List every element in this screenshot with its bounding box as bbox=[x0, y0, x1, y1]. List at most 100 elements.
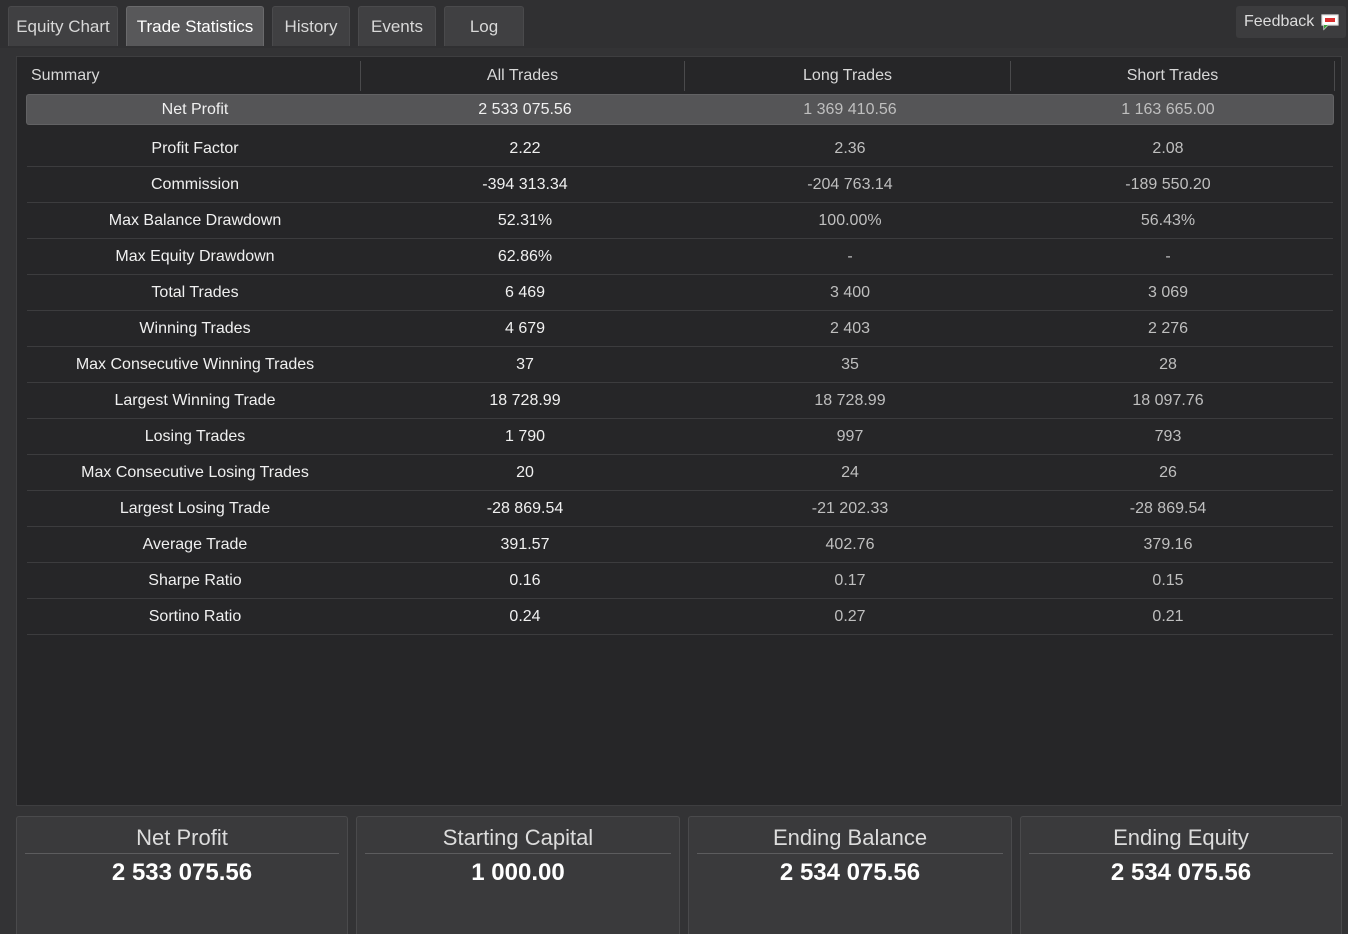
short-trades-cell: - bbox=[1165, 247, 1171, 265]
all-trades-cell: 0.24 bbox=[509, 607, 541, 625]
card-title: Net Profit bbox=[25, 823, 339, 854]
table-row[interactable]: Average Trade 391.57 402.76 379.16 bbox=[27, 527, 1333, 563]
long-trades-cell: 2.36 bbox=[834, 139, 866, 157]
speech-bubble-icon bbox=[1321, 14, 1339, 31]
row-label: Sharpe Ratio bbox=[148, 571, 242, 589]
table-row[interactable]: Largest Losing Trade -28 869.54 -21 202.33… bbox=[27, 491, 1333, 527]
table-row[interactable]: Total Trades 6 469 3 400 3 069 bbox=[27, 275, 1333, 311]
long-trades-cell: 0.27 bbox=[834, 607, 866, 625]
all-trades-cell: 18 728.99 bbox=[489, 391, 561, 409]
table-row[interactable]: Max Consecutive Winning Trades 37 35 28 bbox=[27, 347, 1333, 383]
row-label: Largest Losing Trade bbox=[119, 499, 271, 517]
long-trades-cell: 3 400 bbox=[829, 283, 871, 301]
table-row[interactable]: Losing Trades 1 790 997 793 bbox=[27, 419, 1333, 455]
short-trades-cell: 379.16 bbox=[1143, 535, 1193, 553]
short-trades-cell: -28 869.54 bbox=[1129, 499, 1207, 517]
long-trades-cell: 18 728.99 bbox=[814, 391, 886, 409]
short-trades-cell: 1 163 665.00 bbox=[1121, 100, 1215, 118]
summary-card-net-profit: Net Profit 2 533 075.56 bbox=[16, 816, 348, 934]
all-trades-cell: 2 533 075.56 bbox=[478, 100, 572, 118]
summary-card-ending-equity: Ending Equity 2 534 075.56 bbox=[1020, 816, 1342, 934]
short-trades-cell: 793 bbox=[1154, 427, 1182, 445]
summary-card-ending-balance: Ending Balance 2 534 075.56 bbox=[688, 816, 1012, 934]
long-trades-cell: 1 369 410.56 bbox=[803, 100, 897, 118]
row-label: Winning Trades bbox=[139, 319, 251, 337]
column-header-long-trades[interactable]: Long Trades bbox=[685, 61, 1011, 91]
short-trades-cell: 0.15 bbox=[1152, 571, 1184, 589]
row-label: Max Equity Drawdown bbox=[115, 247, 275, 265]
long-trades-cell: 2 403 bbox=[829, 319, 871, 337]
summary-cards: Net Profit 2 533 075.56 Starting Capital… bbox=[16, 816, 1342, 934]
tab-trade-statistics[interactable]: Trade Statistics bbox=[126, 6, 264, 46]
card-title: Ending Balance bbox=[697, 823, 1003, 854]
all-trades-cell: 6 469 bbox=[504, 283, 546, 301]
card-value: 2 534 075.56 bbox=[779, 859, 921, 886]
row-label: Total Trades bbox=[151, 283, 239, 301]
all-trades-cell: 1 790 bbox=[504, 427, 546, 445]
short-trades-cell: 28 bbox=[1159, 355, 1177, 373]
tab-history[interactable]: History bbox=[272, 6, 350, 46]
all-trades-cell: 20 bbox=[516, 463, 534, 481]
table-row[interactable]: Max Consecutive Losing Trades 20 24 26 bbox=[27, 455, 1333, 491]
short-trades-cell: 26 bbox=[1159, 463, 1177, 481]
column-header-short-trades[interactable]: Short Trades bbox=[1011, 61, 1335, 91]
long-trades-cell: 24 bbox=[841, 463, 859, 481]
tab-log[interactable]: Log bbox=[444, 6, 524, 46]
row-label: Max Consecutive Winning Trades bbox=[75, 355, 315, 373]
row-label: Losing Trades bbox=[144, 427, 246, 445]
short-trades-cell: 2.08 bbox=[1152, 139, 1184, 157]
all-trades-cell: 62.86% bbox=[497, 247, 553, 265]
tab-bar: Equity Chart Trade Statistics History Ev… bbox=[0, 0, 1348, 48]
tab-events[interactable]: Events bbox=[358, 6, 436, 46]
all-trades-cell: -394 313.34 bbox=[482, 175, 568, 193]
long-trades-cell: 100.00% bbox=[818, 211, 882, 229]
long-trades-cell: -204 763.14 bbox=[807, 175, 893, 193]
short-trades-cell: 56.43% bbox=[1140, 211, 1196, 229]
row-label: Profit Factor bbox=[151, 139, 239, 157]
table-row[interactable]: Largest Winning Trade 18 728.99 18 728.99 1… bbox=[27, 383, 1333, 419]
card-title: Ending Equity bbox=[1029, 823, 1333, 854]
table-row[interactable]: Sharpe Ratio 0.16 0.17 0.15 bbox=[27, 563, 1333, 599]
row-label: Sortino Ratio bbox=[148, 607, 242, 625]
table-row[interactable]: Sortino Ratio 0.24 0.27 0.21 bbox=[27, 599, 1333, 635]
row-label: Commission bbox=[150, 175, 239, 193]
row-label: Largest Winning Trade bbox=[114, 391, 276, 409]
row-label: Net Profit bbox=[161, 100, 229, 118]
long-trades-cell: 35 bbox=[841, 355, 859, 373]
long-trades-cell: 0.17 bbox=[834, 571, 866, 589]
column-header-all-trades[interactable]: All Trades bbox=[361, 61, 685, 91]
short-trades-cell: 3 069 bbox=[1147, 283, 1189, 301]
summary-card-starting-capital: Starting Capital 1 000.00 bbox=[356, 816, 680, 934]
table-row[interactable]: Max Balance Drawdown 52.31% 100.00% 56.43% bbox=[27, 203, 1333, 239]
table-row[interactable]: Profit Factor 2.22 2.36 2.08 bbox=[27, 131, 1333, 167]
all-trades-cell: 0.16 bbox=[509, 571, 541, 589]
all-trades-cell: 2.22 bbox=[509, 139, 541, 157]
statistics-table-body: Net Profit 2 533 075.56 1 369 410.56 1 163 … bbox=[27, 95, 1333, 635]
feedback-label: Feedback bbox=[1244, 13, 1315, 30]
short-trades-cell: -189 550.20 bbox=[1125, 175, 1211, 193]
long-trades-cell: - bbox=[847, 247, 853, 265]
long-trades-cell: 402.76 bbox=[825, 535, 875, 553]
short-trades-cell: 0.21 bbox=[1152, 607, 1184, 625]
short-trades-cell: 2 276 bbox=[1147, 319, 1189, 337]
table-row[interactable]: Commission -394 313.34 -204 763.14 -189 550… bbox=[27, 167, 1333, 203]
all-trades-cell: -28 869.54 bbox=[486, 499, 564, 517]
table-row[interactable]: Max Equity Drawdown 62.86% - - bbox=[27, 239, 1333, 275]
row-label: Average Trade bbox=[142, 535, 248, 553]
all-trades-cell: 391.57 bbox=[500, 535, 550, 553]
table-row[interactable]: Net Profit 2 533 075.56 1 369 410.56 1 163 … bbox=[27, 95, 1333, 124]
table-row[interactable]: Winning Trades 4 679 2 403 2 276 bbox=[27, 311, 1333, 347]
card-value: 2 534 075.56 bbox=[1110, 859, 1252, 886]
column-header-summary[interactable]: Summary bbox=[25, 61, 361, 91]
row-label: Max Balance Drawdown bbox=[108, 211, 282, 229]
all-trades-cell: 37 bbox=[516, 355, 534, 373]
tab-equity-chart[interactable]: Equity Chart bbox=[8, 6, 118, 46]
card-value: 1 000.00 bbox=[471, 859, 565, 886]
table-header: Summary All Trades Long Trades Short Tra… bbox=[25, 61, 1335, 91]
long-trades-cell: 997 bbox=[836, 427, 864, 445]
card-value: 2 533 075.56 bbox=[111, 859, 253, 886]
feedback-button[interactable]: Feedback bbox=[1236, 6, 1346, 38]
row-label: Max Consecutive Losing Trades bbox=[81, 463, 309, 481]
card-title: Starting Capital bbox=[365, 823, 671, 854]
all-trades-cell: 52.31% bbox=[497, 211, 553, 229]
